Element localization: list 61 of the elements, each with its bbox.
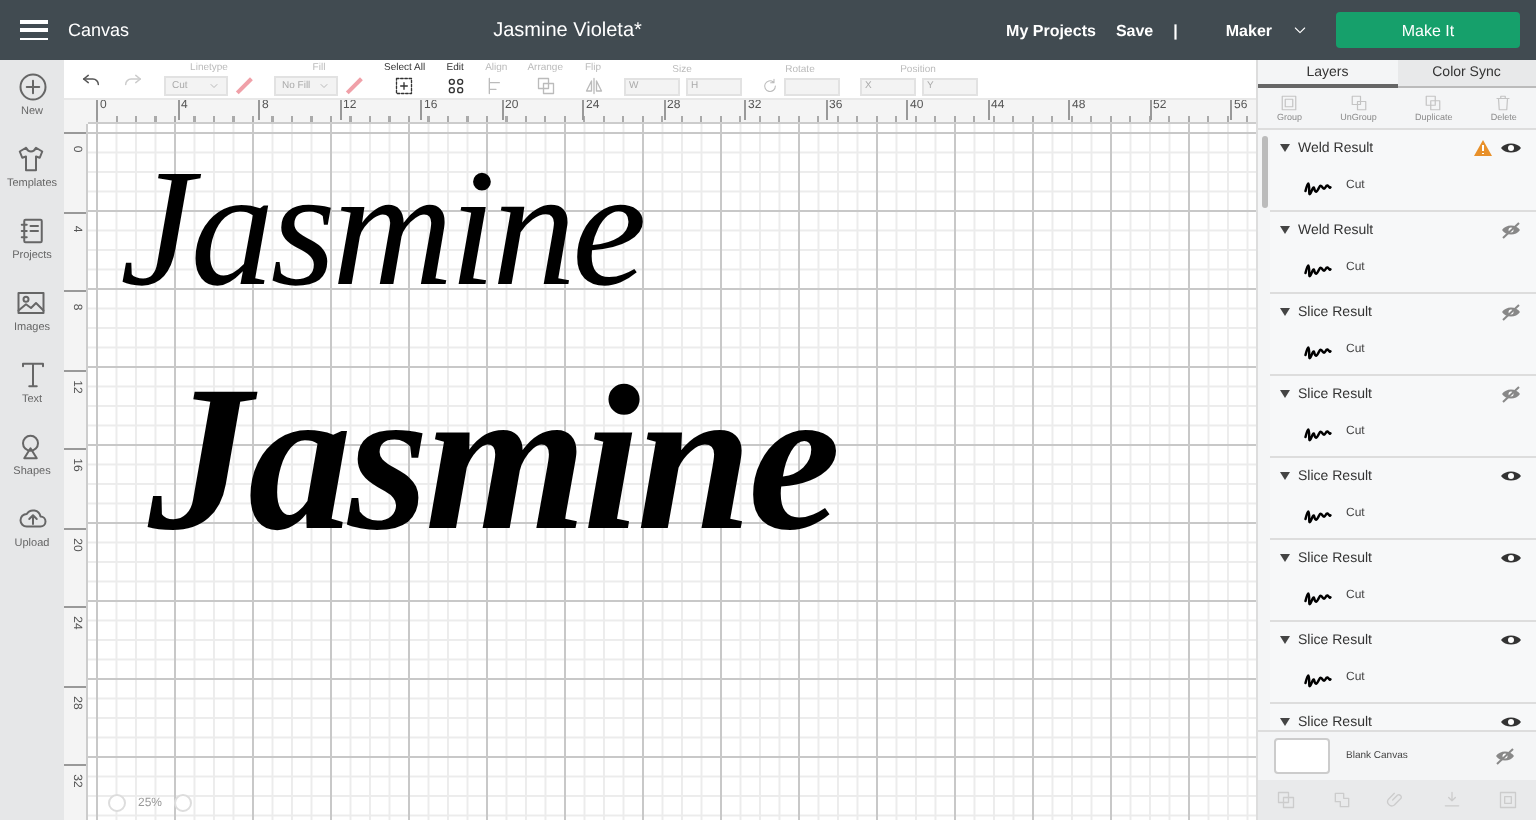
slice-icon	[1275, 790, 1296, 810]
scrollbar-thumb[interactable]	[1261, 136, 1267, 208]
blank-canvas-swatch[interactable]	[1274, 738, 1330, 774]
caret-icon[interactable]	[1280, 554, 1290, 562]
caret-icon	[318, 80, 330, 92]
ungroup-icon	[1349, 94, 1368, 112]
weld-icon	[1331, 790, 1352, 810]
edit-icon	[445, 76, 466, 96]
rotate-icon	[761, 78, 777, 94]
shirt-icon	[16, 144, 47, 174]
contour-icon	[1498, 790, 1519, 810]
eye-icon[interactable]	[1500, 632, 1522, 648]
caret-icon[interactable]	[1280, 636, 1290, 644]
layer-thumbnail	[1302, 340, 1334, 360]
caret-icon[interactable]	[1280, 390, 1290, 398]
select-all-icon	[394, 76, 415, 96]
plus-icon	[17, 72, 47, 102]
menu-icon[interactable]	[20, 20, 48, 40]
caret-icon[interactable]	[1280, 718, 1290, 726]
no-color-swatch	[345, 77, 363, 95]
eye-icon[interactable]	[1500, 468, 1522, 484]
script-text[interactable]: Jasmine	[148, 340, 837, 578]
caret-icon[interactable]	[1280, 308, 1290, 316]
hidden-eye-icon[interactable]	[1494, 747, 1516, 765]
cloud-upload-icon	[17, 504, 47, 534]
duplicate-icon	[1424, 94, 1443, 112]
machine-selector[interactable]: Maker	[1225, 21, 1272, 39]
layer-thumbnail	[1302, 422, 1334, 442]
caret-icon	[1292, 22, 1308, 38]
make-it-button[interactable]: Make It	[1336, 12, 1520, 48]
caret-icon[interactable]	[1280, 472, 1290, 480]
group-icon	[1280, 94, 1299, 112]
hidden-eye-icon[interactable]	[1500, 221, 1522, 239]
hidden-eye-icon[interactable]	[1500, 385, 1522, 403]
eye-icon[interactable]	[1500, 140, 1522, 156]
eye-icon[interactable]	[1500, 714, 1522, 730]
image-icon	[16, 288, 47, 318]
layer-thumbnail	[1302, 504, 1334, 524]
notebook-icon	[17, 216, 47, 246]
nav-link[interactable]: My Projects	[1006, 21, 1096, 39]
project-name: Jasmine Violeta*	[493, 19, 642, 41]
layer-thumbnail	[1302, 258, 1334, 278]
flip-icon	[583, 76, 603, 96]
script-text[interactable]: Jasmine	[120, 132, 643, 326]
caret-icon[interactable]	[1280, 226, 1290, 234]
app-title: Canvas	[68, 20, 130, 40]
caret-icon[interactable]	[1280, 144, 1290, 152]
no-color-swatch	[235, 77, 253, 95]
caret-icon	[208, 80, 220, 92]
hidden-eye-icon[interactable]	[1500, 303, 1522, 321]
layer-thumbnail	[1302, 586, 1334, 606]
nav-link[interactable]: Save	[1115, 21, 1154, 39]
layer-thumbnail	[1302, 176, 1334, 196]
text-icon	[17, 360, 47, 390]
flatten-icon	[1442, 790, 1463, 810]
attach-icon	[1386, 790, 1407, 810]
separator-text: |	[1173, 21, 1178, 39]
arrange-icon	[535, 76, 556, 96]
trash-icon	[1494, 94, 1513, 112]
layer-thumbnail	[1302, 668, 1334, 688]
eye-icon[interactable]	[1500, 550, 1522, 566]
